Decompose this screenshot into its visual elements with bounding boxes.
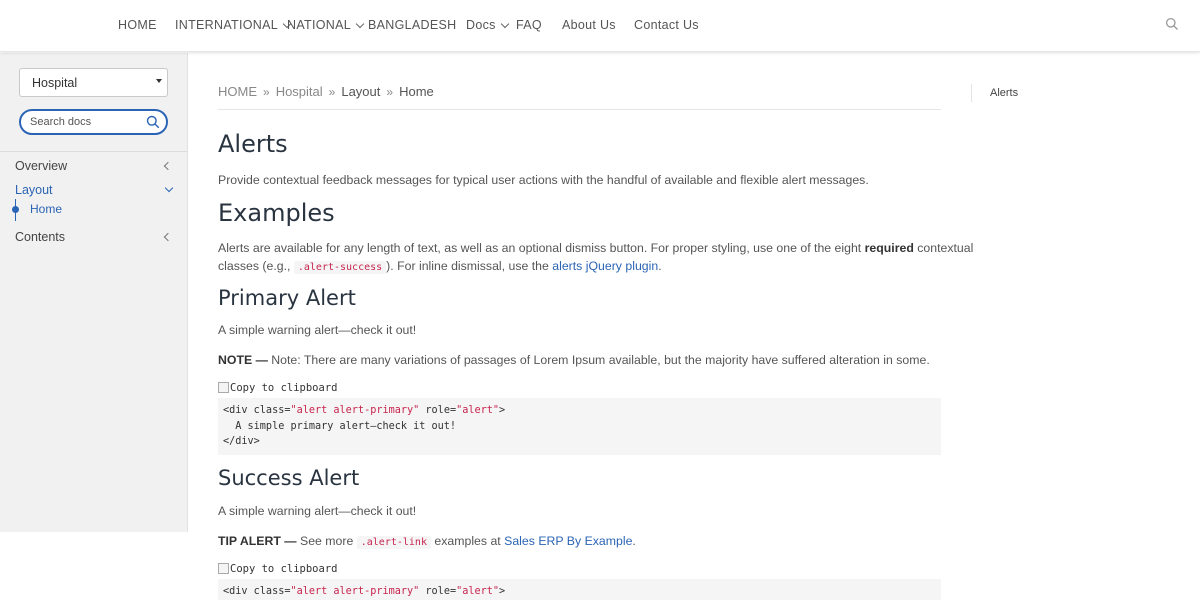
search-icon[interactable] — [146, 115, 160, 129]
toc-item-alerts[interactable]: Alerts — [990, 87, 1018, 99]
sidebar: Hospital Search docs Overview Layout Hom… — [0, 53, 188, 532]
success-alert-heading: Success Alert — [218, 466, 360, 490]
tip-text: TIP ALERT — See more .alert-link example… — [218, 534, 636, 549]
alerts-plugin-link[interactable]: alerts jQuery plugin — [552, 259, 658, 273]
breadcrumb-layout[interactable]: Layout — [341, 84, 380, 99]
nav-item-faq[interactable]: FAQ — [516, 18, 542, 32]
search-icon[interactable] — [1165, 17, 1179, 31]
search-placeholder: Search docs — [30, 116, 92, 128]
sidebar-item-contents[interactable]: Contents — [15, 230, 65, 244]
sales-erp-link[interactable]: Sales ERP By Example — [504, 534, 632, 548]
copy-to-clipboard-button[interactable]: Copy to clipboard — [218, 382, 337, 394]
chevron-left-icon[interactable] — [163, 232, 173, 242]
note-text: NOTE — Note: There are many variations o… — [218, 353, 930, 367]
top-navbar: HOME INTERNATIONAL NATIONAL BANGLADESH D… — [0, 0, 1200, 52]
code-block: <div class="alert alert-primary" role="a… — [218, 579, 941, 600]
code-block: <div class="alert alert-primary" role="a… — [218, 398, 941, 455]
chevron-down-icon — [355, 19, 365, 29]
intro-text: Provide contextual feedback messages for… — [218, 173, 869, 187]
broken-image-icon — [218, 382, 229, 393]
chevron-down-icon[interactable] — [164, 183, 174, 193]
primary-alert-text: A simple warning alert—check it out! — [218, 323, 417, 337]
examples-heading: Examples — [218, 199, 335, 227]
search-input[interactable]: Search docs — [19, 109, 168, 135]
tree-dot-icon — [12, 206, 19, 213]
nav-item-contact-us[interactable]: Contact Us — [634, 18, 699, 32]
nav-item-about-us[interactable]: About Us — [562, 18, 616, 32]
examples-text-line2: classes (e.g., .alert-success). For inli… — [218, 259, 662, 274]
examples-text-line1: Alerts are available for any length of t… — [218, 241, 974, 255]
sidebar-divider — [0, 151, 188, 152]
breadcrumb-current: Home — [399, 84, 434, 99]
inline-code: .alert-link — [356, 536, 431, 549]
breadcrumb: HOME» Hospital» Layout» Home — [218, 84, 434, 99]
chevron-down-icon — [500, 19, 509, 29]
breadcrumb-hospital[interactable]: Hospital — [276, 84, 323, 99]
success-alert-text: A simple warning alert—check it out! — [218, 504, 417, 518]
inline-code: .alert-success — [293, 261, 387, 274]
breadcrumb-home[interactable]: HOME — [218, 84, 257, 99]
page-title: Alerts — [218, 130, 288, 158]
breadcrumb-divider — [218, 109, 941, 110]
nav-item-bangladesh[interactable]: BANGLADESH — [368, 18, 456, 32]
nav-item-docs[interactable]: Docs — [466, 18, 509, 32]
caret-down-icon — [156, 79, 162, 83]
copy-to-clipboard-button[interactable]: Copy to clipboard — [218, 563, 337, 575]
project-select[interactable]: Hospital — [19, 68, 168, 97]
primary-alert-heading: Primary Alert — [218, 286, 356, 310]
sidebar-item-layout[interactable]: Layout — [15, 183, 53, 197]
toc-divider — [971, 84, 972, 102]
sidebar-item-overview[interactable]: Overview — [15, 159, 67, 173]
nav-item-national[interactable]: NATIONAL — [287, 18, 365, 32]
nav-item-international[interactable]: INTERNATIONAL — [175, 18, 292, 32]
chevron-left-icon[interactable] — [163, 161, 173, 171]
sidebar-subitem-home[interactable]: Home — [30, 202, 62, 216]
broken-image-icon — [218, 563, 229, 574]
nav-item-home[interactable]: HOME — [118, 18, 157, 32]
